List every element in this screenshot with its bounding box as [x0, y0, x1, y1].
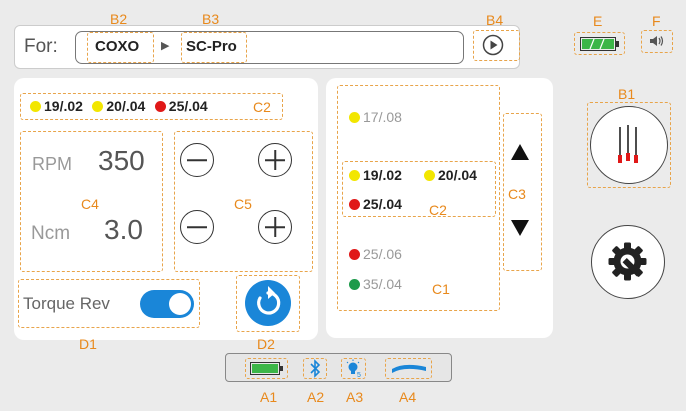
- separator-arrow-icon: ▶: [161, 40, 170, 52]
- file-color-dot: [349, 249, 360, 261]
- tag-b2: B2: [110, 11, 128, 27]
- instrument-button[interactable]: [590, 106, 668, 184]
- reverse-rotation-icon: [244, 279, 292, 327]
- file-color-dot: [92, 101, 104, 113]
- tag-d2: D2: [257, 336, 275, 352]
- play-icon: [482, 34, 504, 56]
- file-item: 17/.08: [349, 109, 402, 127]
- scroll-down-button[interactable]: [510, 219, 530, 237]
- tag-e: E: [593, 13, 603, 29]
- torque-rev-label: Torque Rev: [23, 294, 110, 313]
- battery-icon: [250, 362, 284, 375]
- file-color-dot: [154, 101, 166, 113]
- tag-a2: A2: [307, 389, 325, 405]
- file-item: 20/.04: [92, 98, 145, 115]
- tag-a1: A1: [260, 389, 278, 405]
- svg-text:5: 5: [357, 372, 361, 378]
- tag-d1: D1: [79, 336, 97, 352]
- ncm-decrease-button[interactable]: [180, 210, 214, 244]
- tag-c2: C2: [253, 99, 271, 115]
- file-color-dot: [349, 170, 360, 182]
- for-label: For:: [24, 36, 58, 57]
- file-color-dot: [349, 112, 360, 124]
- ncm-increase-button[interactable]: [258, 210, 292, 244]
- battery-icon: [580, 37, 620, 51]
- rpm-decrease-button[interactable]: [180, 143, 214, 177]
- settings-button[interactable]: [591, 225, 665, 299]
- tag-c1: C1: [432, 281, 450, 297]
- file-color-dot: [349, 279, 360, 291]
- file-item: 25/.04: [154, 98, 208, 115]
- tag-a4: A4: [399, 389, 417, 405]
- brand-label: COXO: [95, 38, 140, 55]
- model-label: SC-Pro: [186, 38, 237, 55]
- tag-c4: C4: [81, 196, 99, 212]
- rpm-label: RPM: [32, 154, 72, 174]
- tag-b1: B1: [618, 86, 636, 102]
- scroll-up-button[interactable]: [510, 143, 530, 161]
- tag-f: F: [652, 13, 661, 29]
- file-item: 35/.04: [349, 276, 402, 294]
- tag-b3: B3: [202, 11, 220, 27]
- endodontic-files-icon: [618, 125, 638, 163]
- ncm-label: Ncm: [31, 223, 71, 244]
- light-bulb-icon: 5: [344, 359, 364, 379]
- file-item: 25/.06: [349, 246, 402, 264]
- file-color-dot: [30, 101, 41, 113]
- file-item: 25/.04: [349, 196, 402, 214]
- tag-c2-right: C2: [429, 202, 447, 218]
- file-item: 19/.02: [30, 98, 83, 115]
- file-color-dot: [424, 170, 435, 182]
- bluetooth-icon: [307, 359, 323, 378]
- file-item: 19/.02: [349, 167, 402, 185]
- tag-c3: C3: [508, 186, 526, 202]
- ncm-value: 3.0: [104, 214, 143, 245]
- tag-a3: A3: [346, 389, 364, 405]
- speaker-icon: [648, 34, 666, 48]
- tag-b4: B4: [486, 12, 504, 28]
- tag-c5: C5: [234, 196, 252, 212]
- torque-rev-toggle[interactable]: [140, 290, 194, 318]
- handpiece-icon: [390, 362, 428, 375]
- toggle-knob: [169, 293, 191, 315]
- file-item: 20/.04: [424, 167, 477, 185]
- gear-wrench-icon: [608, 242, 647, 281]
- file-color-dot: [349, 199, 360, 211]
- rpm-value: 350: [98, 145, 145, 176]
- file-list-current-items: 19/.02 20/.04 25/.04: [30, 98, 208, 116]
- rpm-increase-button[interactable]: [258, 143, 292, 177]
